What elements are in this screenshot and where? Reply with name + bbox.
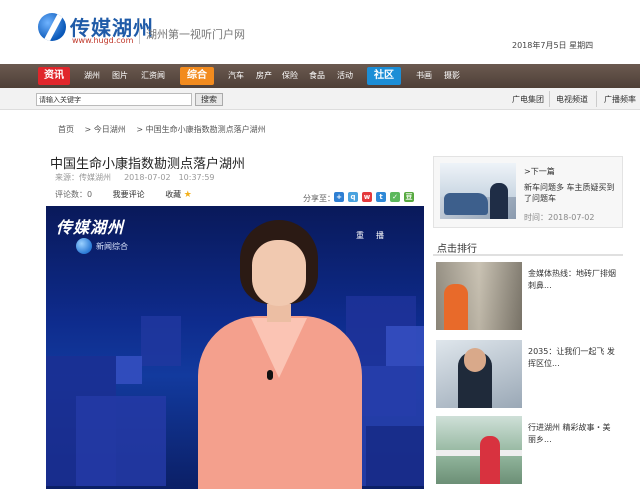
search-button[interactable]: 搜索	[195, 93, 223, 106]
article-time: 2018-07-02 10:37:59	[124, 173, 215, 182]
search-input[interactable]	[36, 93, 192, 106]
ranking-item[interactable]: 金媒体热线：地砖厂排烟刺鼻...	[528, 268, 618, 292]
top-link-tv-channels[interactable]: 电视频道	[556, 94, 588, 105]
nav-item-food[interactable]: 食品	[305, 64, 329, 88]
video-player[interactable]: 传媒湖州 新闻综合 重 播	[46, 206, 424, 489]
share-label: 分享至：	[303, 194, 335, 203]
nav-item-community[interactable]: 社区	[367, 67, 401, 85]
header-divider	[139, 18, 140, 44]
share-weibo-icon[interactable]: w	[362, 192, 372, 202]
rebroadcast-badge: 重 播	[356, 231, 386, 240]
ranking-item[interactable]: 2035：让我们一起飞 发挥区位...	[528, 346, 618, 370]
logo-icon[interactable]	[38, 13, 66, 41]
nav-item-events[interactable]: 活动	[332, 64, 358, 88]
nav-item-photography[interactable]: 摄影	[440, 64, 464, 88]
ranking-thumbnail[interactable]	[436, 416, 522, 484]
channel-logo-icon	[76, 238, 92, 254]
top-link-divider	[596, 91, 597, 107]
ranking-thumbnail[interactable]	[436, 340, 522, 408]
next-article-thumbnail[interactable]	[440, 163, 516, 219]
nav-item-property[interactable]: 房产	[252, 64, 276, 88]
nav-item-auto[interactable]: 汽车	[224, 64, 248, 88]
article-meta: 来源：传媒湖州 2018-07-02 10:37:59	[55, 172, 215, 183]
ranking-thumbnail[interactable]	[436, 262, 522, 330]
ranking-title: 点击排行	[437, 244, 477, 255]
next-article-label[interactable]: >下一篇	[524, 166, 555, 177]
top-link-divider	[549, 91, 550, 107]
comment-link[interactable]: 我要评论	[113, 190, 145, 199]
top-link-radio[interactable]: 广播频率	[604, 94, 636, 105]
next-article-title[interactable]: 新车问题多 车主质疑买到了问题车	[524, 182, 616, 204]
article-source: 来源：传媒湖州	[55, 173, 111, 182]
share-qzone-icon[interactable]: +	[334, 192, 344, 202]
breadcrumb: 首页 > 今日湖州 > 中国生命小康指数勘测点落户湖州	[58, 124, 274, 135]
presenter-face	[252, 240, 306, 306]
current-date: 2018年7月5日 星期四	[512, 41, 594, 50]
nav-item-general[interactable]: 综合	[180, 67, 214, 85]
share-tencent-icon[interactable]: t	[376, 192, 386, 202]
video-logo: 传媒湖州	[56, 218, 125, 237]
article-title: 中国生命小康指数勘测点落户湖州	[50, 157, 246, 172]
share-douban-icon[interactable]: 豆	[404, 192, 414, 202]
star-icon[interactable]: ★	[184, 190, 192, 200]
breadcrumb-home[interactable]: 首页	[58, 125, 74, 134]
site-slogan: 湖州第一视听门户网	[146, 28, 245, 41]
main-nav: 资讯 湖州 图片 汇资闻 综合 汽车 房产 保险 食品 活动 社区 书画 摄影	[0, 64, 640, 88]
video-channel: 新闻综合	[96, 242, 128, 251]
nav-item-pictures[interactable]: 图片	[108, 64, 132, 88]
breadcrumb-today[interactable]: > 今日湖州	[85, 125, 126, 134]
nav-item-news[interactable]: 资讯	[38, 67, 70, 85]
nav-item-insurance[interactable]: 保险	[278, 64, 302, 88]
comment-count: 评论数：0	[55, 190, 93, 199]
share-wechat-icon[interactable]: ✓	[390, 192, 400, 202]
favorite-button[interactable]: 收藏	[165, 190, 181, 199]
breadcrumb-current: > 中国生命小康指数勘测点落户湖州	[136, 125, 266, 134]
article-stats: 评论数：0 我要评论 收藏 ★	[55, 189, 192, 200]
next-article-time: 时间：2018-07-02	[524, 213, 595, 222]
nav-item-huzhou[interactable]: 湖州	[80, 64, 104, 88]
top-link-group[interactable]: 广电集团	[512, 94, 544, 105]
ranking-item[interactable]: 行进湖州 精彩故事・美丽乡...	[528, 422, 618, 446]
share-qq-icon[interactable]: q	[348, 192, 358, 202]
microphone-icon	[267, 370, 273, 380]
nav-item-calligraphy[interactable]: 书画	[412, 64, 436, 88]
logo-url: www.hugd.com	[72, 36, 134, 45]
nav-item-huizi[interactable]: 汇资闻	[138, 64, 168, 88]
